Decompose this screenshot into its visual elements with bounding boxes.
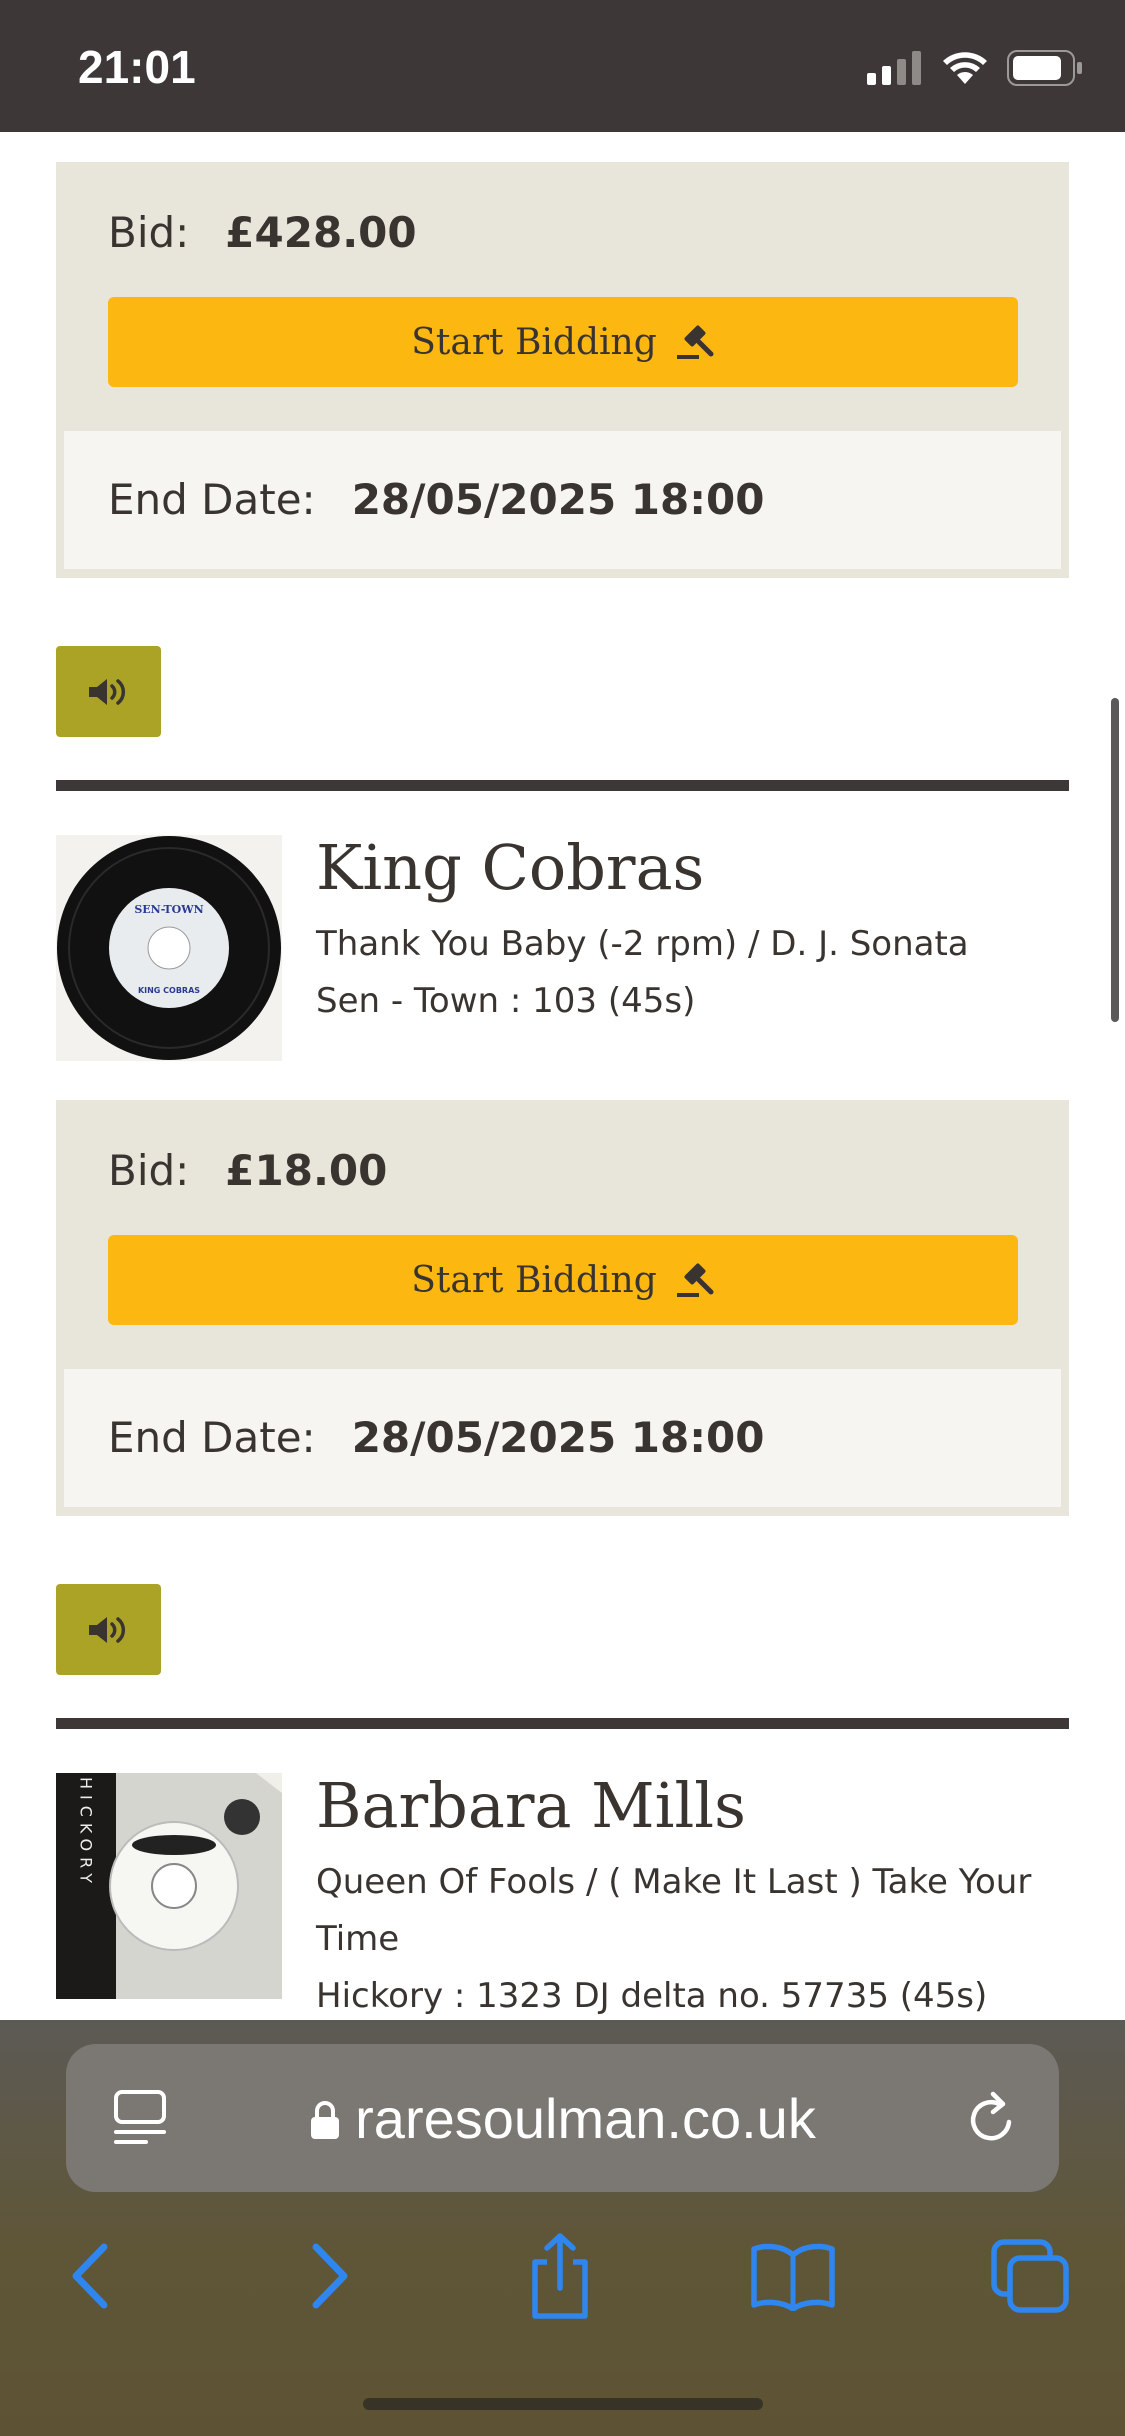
end-date-label: End Date: [108,475,316,524]
lock-icon [311,2101,340,2139]
record-thumbnail[interactable]: SEN-TOWN KING COBRAS [56,835,282,1061]
audio-play-button[interactable] [56,646,161,737]
share-button[interactable] [515,2226,605,2326]
bid-value: £428.00 [225,208,417,257]
artist-name[interactable]: King Cobras [316,831,704,904]
end-date-box: End Date: 28/05/2025 18:00 [64,1369,1061,1507]
record-label: Hickory : 1323 DJ delta no. 57735 (45s) [316,1976,988,2016]
bid-value: £18.00 [225,1146,388,1195]
bookmarks-button[interactable] [748,2226,838,2326]
start-bidding-button[interactable]: Start Bidding [108,297,1018,387]
vinyl-record-image: SEN-TOWN KING COBRAS [57,836,281,1060]
tabs-button[interactable] [985,2226,1075,2326]
end-date-value: 28/05/2025 18:00 [351,1413,765,1462]
share-icon [532,2233,588,2319]
sleeve-text: HICKORY [77,1777,96,1889]
audio-play-button[interactable] [56,1584,161,1675]
status-time: 21:01 [78,41,196,93]
end-date-label: End Date: [108,1413,316,1462]
page-content: Bid: £428.00 Start Bidding End Date: 28/… [0,132,1125,2020]
signal-icon [867,51,921,85]
status-icons [867,48,1083,88]
back-icon [72,2243,108,2309]
end-date-value: 28/05/2025 18:00 [351,475,765,524]
battery-icon [1007,50,1082,86]
bid-label: Bid: [108,1146,190,1195]
listing-divider [56,1718,1069,1729]
tabs-icon [991,2239,1069,2313]
speaker-icon [88,678,125,705]
home-indicator[interactable] [363,2398,763,2410]
bid-panel: Bid: £428.00 Start Bidding End Date: 28/… [56,162,1069,578]
url-display[interactable]: raresoulman.co.uk [66,2086,1059,2151]
record-thumbnail[interactable]: HICKORY [56,1773,282,1999]
gavel-icon [676,1263,714,1297]
address-bar[interactable]: raresoulman.co.uk [66,2044,1059,2192]
thumb-label-top: SEN-TOWN [134,903,203,916]
record-title: Queen Of Fools / ( Make It Last ) Take Y… [316,1862,1032,1959]
end-date-row: End Date: 28/05/2025 18:00 [108,1413,764,1462]
start-bidding-label: Start Bidding [411,1259,657,1301]
forward-icon [312,2243,348,2309]
url-text: raresoulman.co.uk [355,2087,816,2150]
start-bidding-button[interactable]: Start Bidding [108,1235,1018,1325]
status-bar: 21:01 [0,0,1125,132]
record-title: Thank You Baby (-2 rpm) / D. J. Sonata [316,924,969,964]
end-date-row: End Date: 28/05/2025 18:00 [108,475,764,524]
back-button[interactable] [50,2226,130,2326]
bid-row: Bid: £18.00 [108,1146,387,1195]
gavel-icon [676,325,714,359]
wifi-icon [943,52,987,84]
bid-panel: Bid: £18.00 Start Bidding End Date: 28/0… [56,1100,1069,1516]
browser-toolbar: raresoulman.co.uk [0,2020,1125,2436]
record-label: Sen - Town : 103 (45s) [316,981,696,1021]
artist-name[interactable]: Barbara Mills [316,1769,746,1842]
thumb-label-bottom: KING COBRAS [138,986,200,995]
end-date-box: End Date: 28/05/2025 18:00 [64,431,1061,569]
listing-divider [56,780,1069,791]
speaker-icon [88,1616,125,1643]
bid-label: Bid: [108,208,190,257]
bid-row: Bid: £428.00 [108,208,417,257]
forward-button[interactable] [290,2226,370,2326]
scrollbar[interactable] [1111,698,1119,1022]
start-bidding-label: Start Bidding [411,321,657,363]
bookmarks-icon [751,2243,835,2311]
reload-icon[interactable] [963,2090,1019,2148]
sleeve-image: HICKORY [56,1773,282,1999]
